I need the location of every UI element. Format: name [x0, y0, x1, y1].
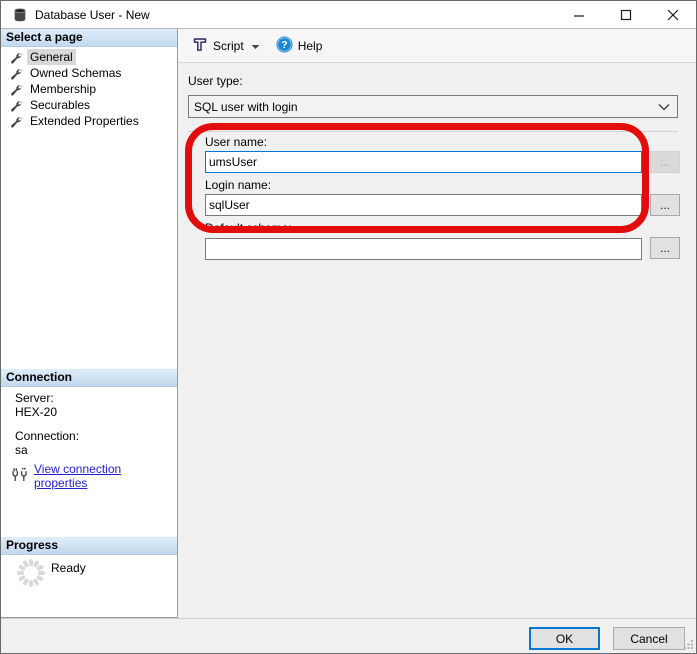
default-schema-browse-button[interactable]: ... [650, 237, 680, 259]
sidebar-item-label: Owned Schemas [27, 65, 124, 81]
default-schema-label: Default schema: [205, 221, 292, 235]
script-dropdown-icon[interactable] [251, 39, 260, 53]
sidebar: Select a page General Owned Schemas Memb… [1, 29, 178, 618]
connection-header: Connection [1, 369, 177, 387]
section-divider [188, 131, 678, 132]
wrench-icon [9, 83, 22, 96]
server-value: HEX-20 [15, 405, 57, 419]
login-name-browse-button[interactable]: ... [650, 194, 680, 216]
ok-button[interactable]: OK [529, 627, 600, 650]
sidebar-item-securables[interactable]: Securables [1, 97, 177, 113]
resize-grip[interactable] [684, 639, 694, 653]
minimize-button[interactable] [555, 1, 602, 29]
user-name-input[interactable] [205, 151, 642, 173]
server-label: Server: [15, 391, 54, 405]
user-name-label: User name: [205, 135, 267, 149]
user-name-browse-button[interactable]: ... [650, 151, 680, 173]
cancel-button[interactable]: Cancel [613, 627, 685, 650]
sidebar-item-extended-properties[interactable]: Extended Properties [1, 113, 177, 129]
footer: OK Cancel [1, 618, 696, 654]
minimize-icon [573, 9, 585, 21]
view-connection-properties-link[interactable]: View connection properties [34, 462, 177, 490]
close-button[interactable] [649, 1, 696, 29]
toolbar: Script ? Help [178, 29, 696, 63]
script-icon [192, 36, 208, 55]
login-name-input[interactable] [205, 194, 642, 216]
user-type-select[interactable]: SQL user with login [188, 95, 678, 118]
help-button[interactable]: ? Help [272, 33, 327, 59]
wrench-icon [9, 99, 22, 112]
database-icon [12, 7, 28, 23]
connection-value: sa [15, 443, 28, 457]
script-button[interactable]: Script [188, 33, 264, 58]
wrench-icon [9, 67, 22, 80]
wrench-icon [9, 115, 22, 128]
sidebar-item-label: Membership [27, 81, 99, 97]
main-content: User type: SQL user with login User name… [178, 63, 696, 618]
window-title: Database User - New [35, 8, 150, 22]
help-label: Help [298, 39, 323, 53]
database-user-new-dialog: Database User - New Select a page Genera… [0, 0, 697, 654]
default-schema-input[interactable] [205, 238, 642, 260]
chevron-down-icon [658, 100, 670, 114]
progress-header: Progress [1, 537, 177, 555]
help-icon: ? [276, 36, 293, 56]
user-type-value: SQL user with login [194, 100, 298, 114]
sidebar-item-owned-schemas[interactable]: Owned Schemas [1, 65, 177, 81]
sidebar-item-membership[interactable]: Membership [1, 81, 177, 97]
progress-status: Ready [51, 561, 86, 575]
sidebar-item-general[interactable]: General [1, 49, 177, 65]
sidebar-item-label: Securables [27, 97, 93, 113]
login-name-label: Login name: [205, 178, 271, 192]
titlebar: Database User - New [1, 1, 696, 29]
connection-properties-icon [11, 467, 29, 485]
script-label: Script [213, 39, 244, 53]
svg-text:?: ? [281, 39, 287, 51]
maximize-button[interactable] [602, 1, 649, 29]
connection-label: Connection: [15, 429, 79, 443]
sidebar-item-label: Extended Properties [27, 113, 142, 129]
sidebar-item-label: General [27, 49, 76, 65]
close-icon [667, 9, 679, 21]
select-a-page-header: Select a page [1, 29, 177, 47]
wrench-icon [9, 51, 22, 64]
progress-spinner-icon [15, 578, 47, 592]
user-type-label: User type: [188, 74, 243, 88]
maximize-icon [620, 9, 632, 21]
